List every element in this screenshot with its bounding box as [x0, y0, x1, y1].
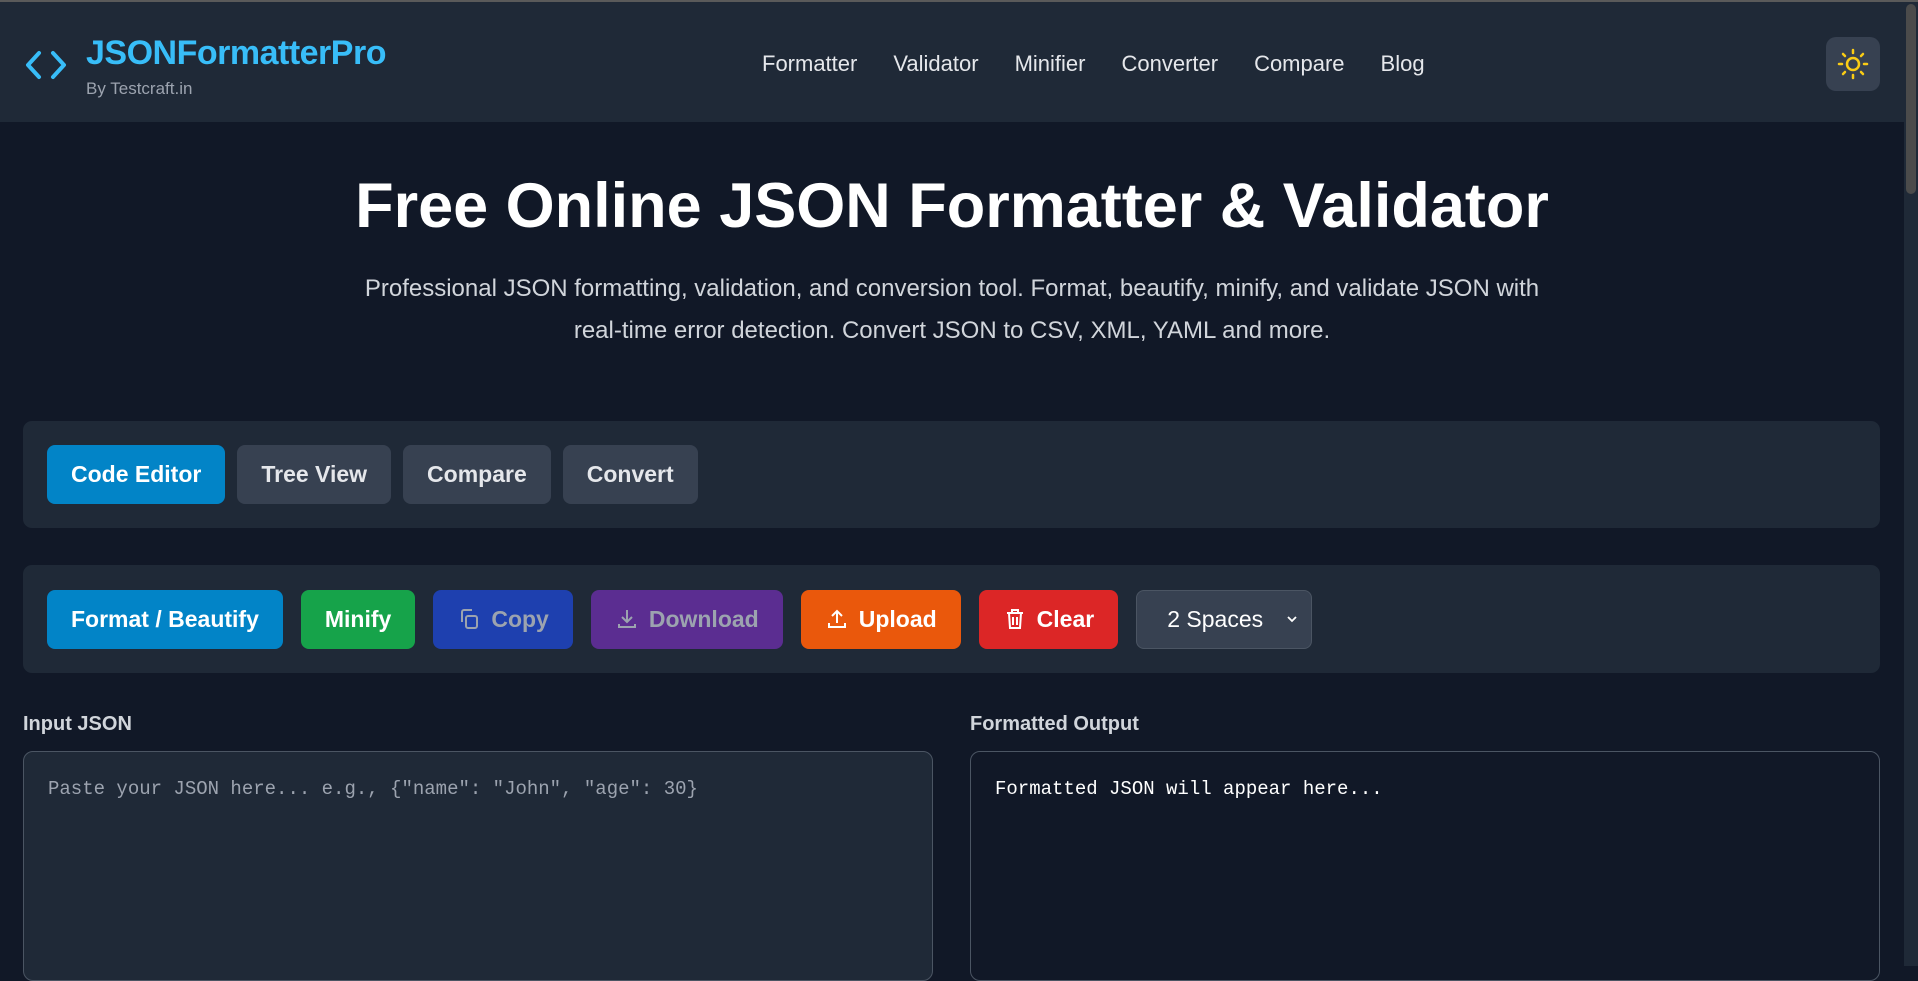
sun-icon — [1837, 48, 1869, 80]
page-title: Free Online JSON Formatter & Validator — [0, 170, 1904, 242]
clear-button[interactable]: Clear — [979, 590, 1119, 649]
copy-label: Copy — [491, 606, 549, 633]
scrollbar-thumb[interactable] — [1906, 4, 1916, 194]
action-toolbar: Format / Beautify Minify Copy Download U… — [23, 565, 1880, 673]
copy-icon — [457, 607, 481, 631]
format-button[interactable]: Format / Beautify — [47, 590, 283, 649]
tab-compare[interactable]: Compare — [403, 445, 551, 504]
theme-toggle-button[interactable] — [1826, 37, 1880, 91]
page-description: Professional JSON formatting, validation… — [352, 268, 1552, 352]
tab-code-editor[interactable]: Code Editor — [47, 445, 225, 504]
site-header: JSONFormatterPro By Testcraft.in Formatt… — [0, 2, 1904, 122]
chevron-down-icon — [1285, 612, 1299, 626]
brand-subtitle: By Testcraft.in — [86, 79, 192, 99]
clear-label: Clear — [1037, 606, 1095, 633]
main-nav: Formatter Validator Minifier Converter C… — [762, 51, 1425, 77]
nav-converter[interactable]: Converter — [1121, 51, 1218, 77]
nav-formatter[interactable]: Formatter — [762, 51, 857, 77]
nav-validator[interactable]: Validator — [893, 51, 978, 77]
nav-compare[interactable]: Compare — [1254, 51, 1344, 77]
upload-button[interactable]: Upload — [801, 590, 961, 649]
download-label: Download — [649, 606, 759, 633]
input-json-editor[interactable]: Paste your JSON here... e.g., {"name": "… — [23, 751, 933, 981]
upload-label: Upload — [859, 606, 937, 633]
minify-button[interactable]: Minify — [301, 590, 415, 649]
download-icon — [615, 607, 639, 631]
copy-button[interactable]: Copy — [433, 590, 573, 649]
tab-tree-view[interactable]: Tree View — [237, 445, 391, 504]
download-button[interactable]: Download — [591, 590, 783, 649]
code-brackets-icon — [24, 48, 68, 82]
upload-icon — [825, 607, 849, 631]
page-scrollbar[interactable] — [1904, 2, 1918, 966]
minify-label: Minify — [325, 606, 391, 633]
brand-name[interactable]: JSONFormatterPro — [86, 34, 386, 73]
nav-minifier[interactable]: Minifier — [1015, 51, 1086, 77]
output-placeholder: Formatted JSON will appear here... — [995, 778, 1383, 800]
indent-select[interactable]: 2 Spaces — [1136, 590, 1312, 649]
indent-value: 2 Spaces — [1167, 606, 1263, 633]
output-label: Formatted Output — [970, 713, 1139, 736]
tab-convert[interactable]: Convert — [563, 445, 698, 504]
view-tabs: Code Editor Tree View Compare Convert — [23, 421, 1880, 528]
input-placeholder: Paste your JSON here... e.g., {"name": "… — [48, 778, 698, 800]
input-label: Input JSON — [23, 713, 132, 736]
formatted-output: Formatted JSON will appear here... — [970, 751, 1880, 981]
trash-icon — [1003, 607, 1027, 631]
nav-blog[interactable]: Blog — [1381, 51, 1425, 77]
format-label: Format / Beautify — [71, 606, 259, 633]
